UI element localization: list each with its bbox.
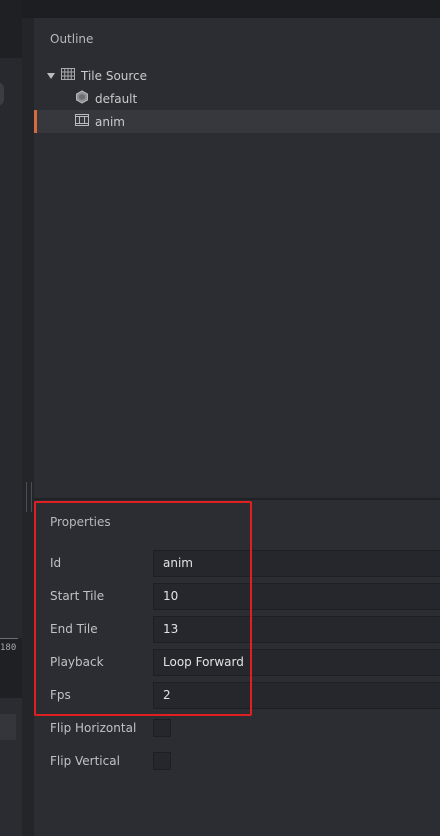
property-label: Fps xyxy=(50,688,71,702)
property-playback: Playback Loop Forward xyxy=(34,649,440,676)
property-label: Playback xyxy=(50,655,104,669)
properties-panel: Properties Id anim Start Tile 10 End Til… xyxy=(34,500,440,836)
end-tile-field[interactable]: 13 xyxy=(153,616,440,643)
property-label: Flip Horizontal xyxy=(50,721,137,735)
tree-item-label: Tile Source xyxy=(81,68,148,83)
top-bar xyxy=(0,0,440,18)
vertical-splitter[interactable] xyxy=(22,18,34,836)
property-end-tile: End Tile 13 xyxy=(34,616,440,643)
property-flip-horizontal: Flip Horizontal xyxy=(34,715,440,742)
id-field[interactable]: anim xyxy=(153,550,440,577)
tree-item-label: default xyxy=(95,91,138,106)
ruler-label: 180 xyxy=(0,643,17,653)
film-strip-icon xyxy=(75,114,89,129)
ruler-line xyxy=(0,638,18,639)
tree-item-tile-source[interactable]: Tile Source xyxy=(34,64,440,87)
property-fps: Fps 2 xyxy=(34,682,440,709)
editor-window: 180 Outline Tile Source default anim Pro… xyxy=(0,0,440,836)
property-flip-vertical: Flip Vertical xyxy=(34,748,440,775)
property-label: Start Tile xyxy=(50,589,105,603)
selection-marker xyxy=(34,110,37,133)
flip-horizontal-checkbox[interactable] xyxy=(153,719,171,737)
tree-item-anim[interactable]: anim xyxy=(34,110,440,133)
bottom-panel-field[interactable] xyxy=(0,714,16,740)
hexagon-icon xyxy=(75,90,89,107)
outline-title: Outline xyxy=(50,32,94,46)
property-label: Id xyxy=(50,556,62,570)
properties-title: Properties xyxy=(50,515,111,529)
playback-select[interactable]: Loop Forward xyxy=(153,649,440,676)
property-id: Id anim xyxy=(34,550,440,577)
start-tile-field[interactable]: 10 xyxy=(153,583,440,610)
expand-arrow-icon[interactable] xyxy=(47,72,55,79)
property-label: Flip Vertical xyxy=(50,754,120,768)
scene-viewport[interactable] xyxy=(0,58,22,638)
splitter-grip-icon[interactable] xyxy=(26,482,32,512)
flip-vertical-checkbox[interactable] xyxy=(153,752,171,770)
fps-field[interactable]: 2 xyxy=(153,682,440,709)
tree-item-label: anim xyxy=(95,114,125,129)
tree-item-default[interactable]: default xyxy=(34,87,440,110)
property-label: End Tile xyxy=(50,622,98,636)
grid-icon xyxy=(61,68,75,83)
property-start-tile: Start Tile 10 xyxy=(34,583,440,610)
outline-panel: Outline Tile Source default anim xyxy=(34,18,440,498)
